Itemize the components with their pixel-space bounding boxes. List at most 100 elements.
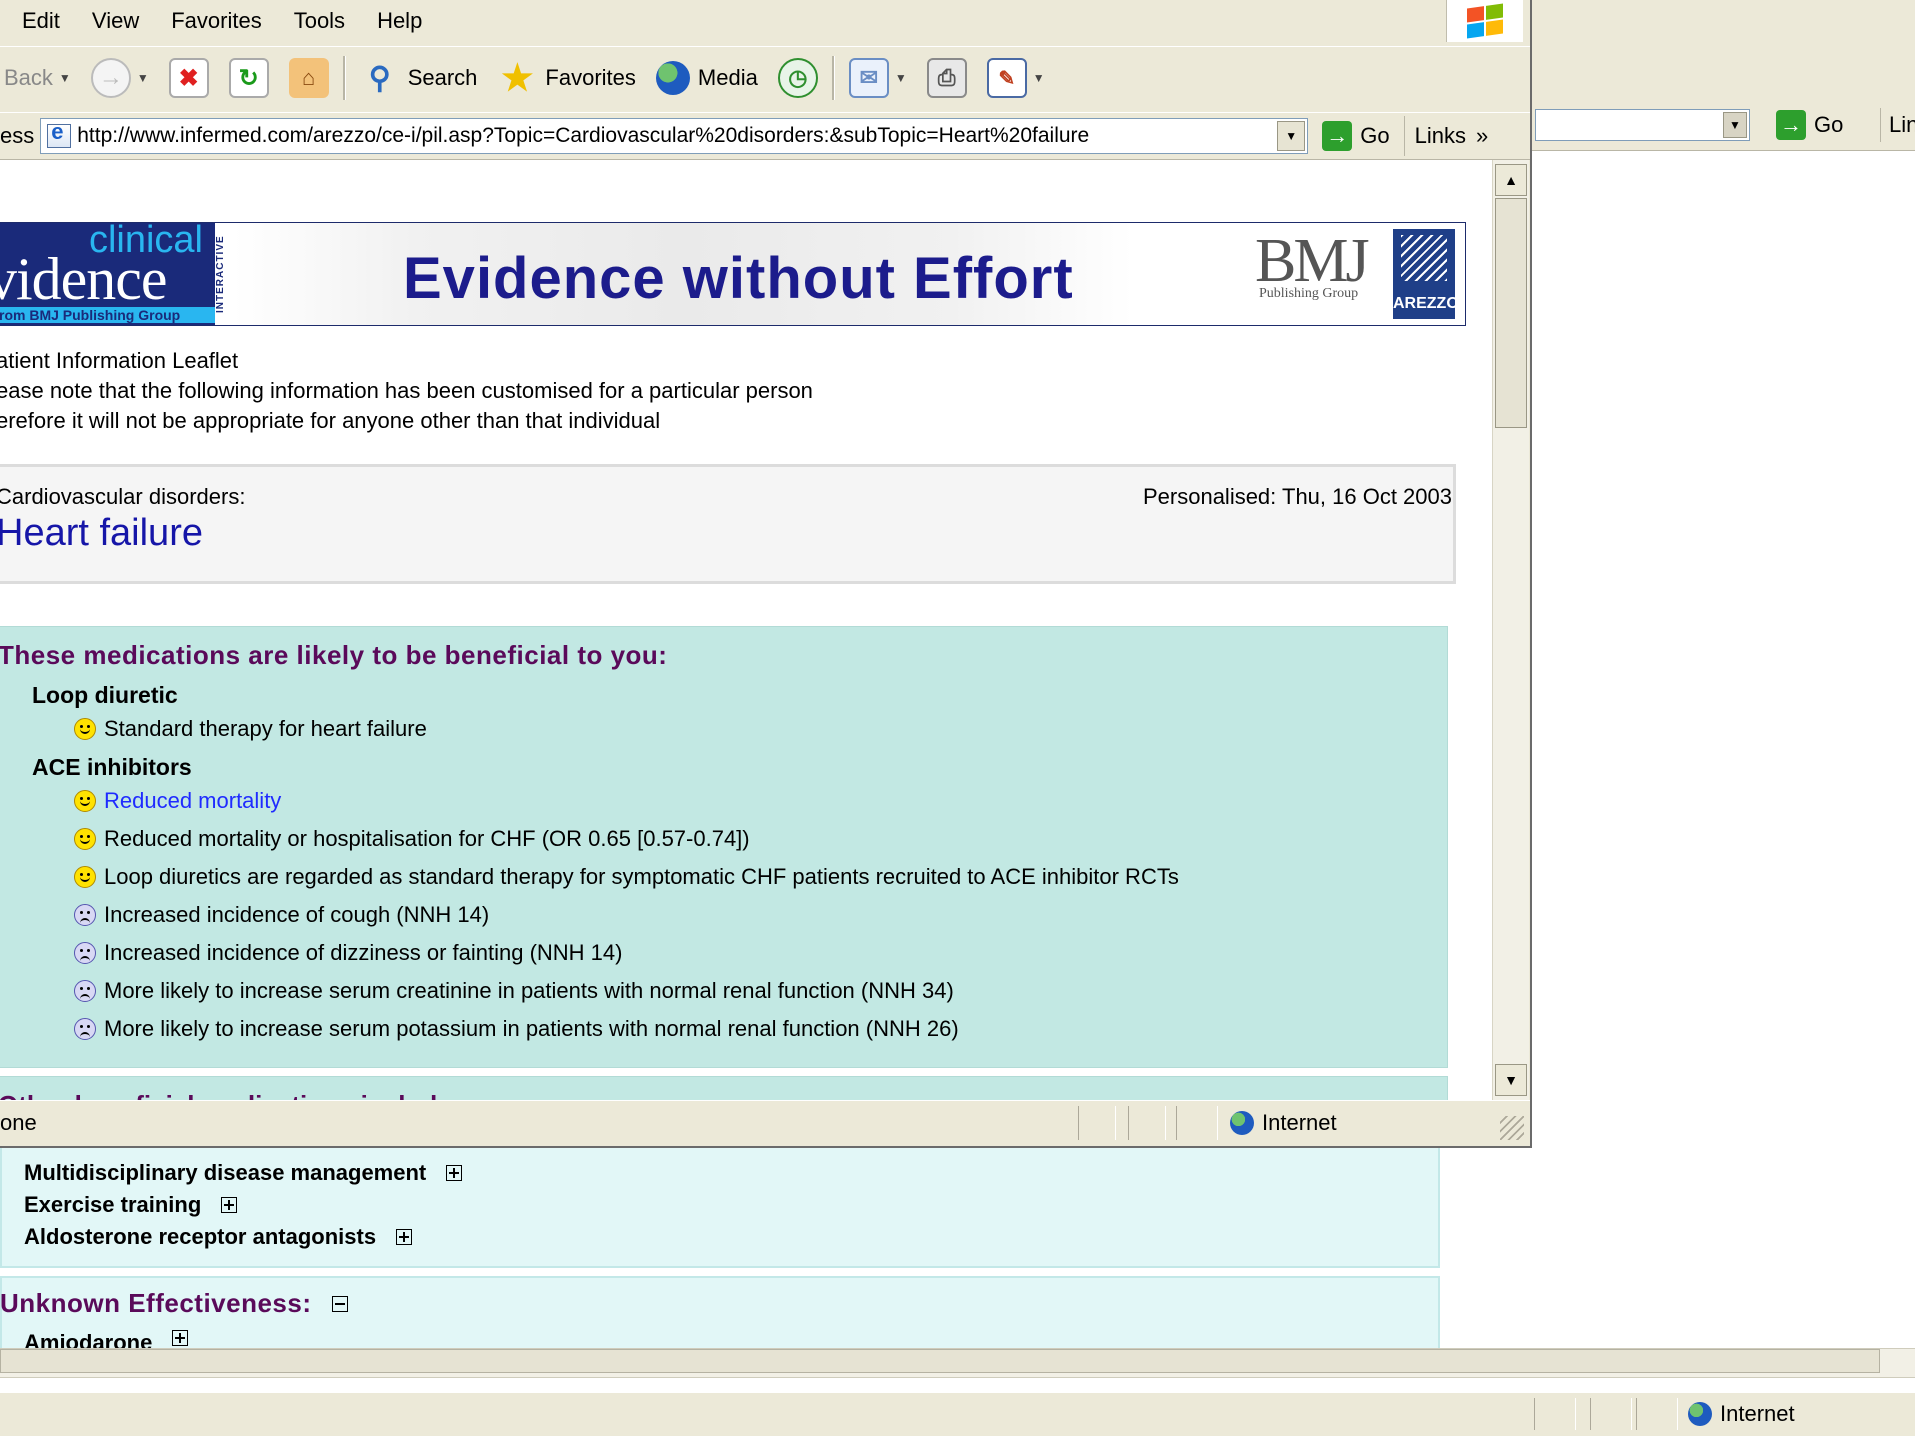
banner-title: Evidence without Effort: [403, 246, 1074, 311]
print-button[interactable]: ⎙: [917, 51, 977, 105]
mail-icon: ✉: [848, 58, 889, 98]
chevron-down-icon[interactable]: ▼: [1277, 121, 1306, 151]
edit-button[interactable]: ✎ ▼: [977, 51, 1055, 105]
intro-line: erefore it will not be appropriate for a…: [0, 408, 661, 433]
expand-icon[interactable]: [396, 1229, 413, 1245]
media-label: Media: [697, 65, 758, 90]
status-text: one: [0, 1110, 37, 1135]
reduced-mortality-link[interactable]: Reduced mortality: [104, 788, 281, 814]
expand-icon[interactable]: [221, 1197, 238, 1213]
status-cell: [1176, 1106, 1218, 1140]
personalised-date: Personalised: Thu, 16 Oct 2003: [1142, 484, 1452, 509]
section-heading-cut: Other beneficial medications include:: [0, 1090, 460, 1100]
list-item: More likely to increase serum potassium …: [74, 1016, 959, 1042]
menu-view[interactable]: View: [76, 0, 155, 42]
sad-face-icon: [74, 980, 96, 1002]
bg-unknown-label: Unknown Effectiveness:: [0, 1288, 312, 1318]
bg-links-button[interactable]: Lin: [1880, 108, 1915, 142]
toolbar: Back ▼ → ▼ ✖ ↻ ⌂ ⚲ Search ★ Favorites Me…: [0, 46, 1530, 109]
stop-button[interactable]: ✖: [159, 51, 219, 105]
bg-address-input[interactable]: ▼: [1535, 109, 1750, 141]
chevron-down-icon[interactable]: ▼: [59, 71, 71, 85]
list-item: Reduced mortality or hospitalisation for…: [74, 826, 750, 852]
logo-interactive-text: INTERACTIVE: [215, 223, 233, 325]
bg-treatment-row[interactable]: Multidisciplinary disease management: [24, 1160, 463, 1186]
sad-face-icon: [74, 1018, 96, 1040]
address-input[interactable]: http://www.infermed.com/arezzo/ce-i/pil.…: [40, 118, 1309, 154]
bg-treatment-row[interactable]: Aldosterone receptor antagonists: [24, 1224, 413, 1250]
back-button[interactable]: Back ▼: [0, 51, 81, 105]
scroll-up-arrow-icon[interactable]: ▲: [1495, 164, 1527, 196]
bg-treatment-row[interactable]: Exercise training: [24, 1192, 238, 1218]
bg-security-zone: Internet: [1688, 1398, 1795, 1430]
menu-edit[interactable]: Edit: [0, 0, 76, 42]
list-item: More likely to increase serum creatinine…: [74, 978, 954, 1004]
menu-favorites[interactable]: Favorites: [155, 0, 277, 42]
resize-grip-icon[interactable]: [1500, 1116, 1524, 1140]
expand-icon[interactable]: [446, 1165, 463, 1181]
search-button[interactable]: ⚲ Search: [350, 51, 488, 105]
list-item[interactable]: Reduced mortality: [74, 788, 281, 814]
clinical-evidence-logo[interactable]: clinical vidence rom BMJ Publishing Grou…: [0, 223, 233, 325]
globe-icon: [1230, 1111, 1254, 1135]
bg-status-cell: [1636, 1398, 1678, 1430]
mail-button[interactable]: ✉ ▼: [839, 51, 917, 105]
sad-face-icon: [74, 904, 96, 926]
vertical-scrollbar[interactable]: ▲ ▼: [1492, 160, 1529, 1100]
scrollbar-thumb[interactable]: [1495, 198, 1527, 428]
bg-unknown-heading[interactable]: Unknown Effectiveness:: [0, 1288, 348, 1319]
windows-flag-icon: [1467, 3, 1503, 39]
item-text: Standard therapy for heart failure: [104, 716, 427, 741]
bmj-logo: BMJ: [1255, 227, 1370, 295]
page-title: Heart failure: [0, 512, 203, 554]
go-arrow-icon: →: [1322, 121, 1353, 151]
expand-icon[interactable]: [172, 1330, 189, 1346]
zone-label: Internet: [1262, 1110, 1337, 1135]
history-icon: ◷: [777, 58, 818, 98]
security-zone: Internet: [1230, 1106, 1337, 1140]
item-text: More likely to increase serum potassium …: [104, 1016, 959, 1041]
forward-button[interactable]: → ▼: [81, 51, 159, 105]
edit-page-icon: ✎: [986, 58, 1027, 98]
status-cell: [1128, 1106, 1166, 1140]
bg-scrollbar-thumb[interactable]: [0, 1349, 1880, 1373]
list-item: Increased incidence of dizziness or fain…: [74, 940, 622, 966]
collapse-icon[interactable]: [331, 1295, 348, 1312]
bg-go-button[interactable]: → Go: [1776, 108, 1866, 142]
intro-line: atient Information Leaflet: [0, 348, 239, 373]
status-cell: [1078, 1106, 1116, 1140]
star-icon: ★: [501, 57, 534, 98]
home-button[interactable]: ⌂: [279, 51, 339, 105]
intro-line: ease note that the following information…: [0, 378, 813, 403]
list-item: Increased incidence of cough (NNH 14): [74, 902, 489, 928]
media-button[interactable]: Media: [646, 51, 768, 105]
refresh-button[interactable]: ↻: [219, 51, 279, 105]
links-button[interactable]: Links »: [1403, 116, 1499, 156]
list-item: Standard therapy for heart failure: [74, 716, 427, 742]
bg-treatment-row[interactable]: Amiodarone: [24, 1330, 189, 1348]
site-banner: clinical vidence rom BMJ Publishing Grou…: [0, 222, 1466, 326]
menu-help[interactable]: Help: [361, 0, 438, 42]
topic-category: Cardiovascular disorders:: [0, 484, 246, 509]
bg-zone-label: Internet: [1720, 1401, 1795, 1426]
links-label: Links: [1414, 123, 1466, 148]
address-bar: ess http://www.infermed.com/arezzo/ce-i/…: [0, 112, 1530, 160]
chevron-down-icon[interactable]: ▼: [1723, 112, 1747, 138]
item-text: Increased incidence of dizziness or fain…: [104, 940, 623, 965]
go-button[interactable]: → Go: [1308, 116, 1403, 156]
bg-status-cell: [1590, 1398, 1632, 1430]
chevron-down-icon[interactable]: ▼: [895, 71, 907, 85]
arezzo-mark-icon: [1401, 235, 1447, 281]
history-button[interactable]: ◷: [768, 51, 828, 105]
browser-window: Edit View Favorites Tools Help Back ▼ → …: [0, 0, 1532, 1148]
bg-treatment-label: Amiodarone: [24, 1330, 153, 1348]
scroll-down-arrow-icon[interactable]: ▼: [1495, 1064, 1527, 1096]
chevron-down-icon[interactable]: ▼: [137, 71, 149, 85]
item-text: More likely to increase serum creatinine…: [104, 978, 954, 1003]
chevron-down-icon[interactable]: ▼: [1033, 71, 1045, 85]
intro-text: atient Information Leaflet ease note tha…: [0, 346, 813, 436]
menu-tools[interactable]: Tools: [278, 0, 361, 42]
menu-bar: Edit View Favorites Tools Help: [0, 0, 1530, 42]
address-url[interactable]: http://www.infermed.com/arezzo/ce-i/pil.…: [77, 124, 1089, 148]
favorites-button[interactable]: ★ Favorites: [487, 51, 645, 105]
